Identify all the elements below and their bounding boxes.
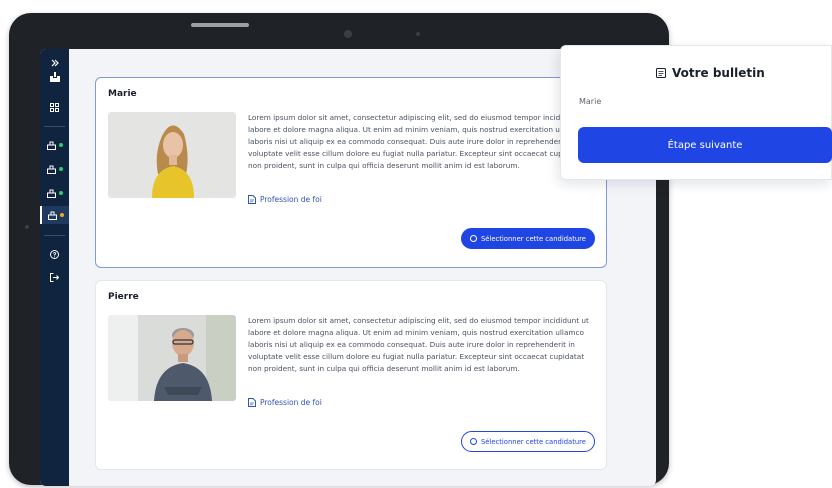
bulletin-header: Votre bulletin xyxy=(656,66,765,80)
bulletin-title: Votre bulletin xyxy=(672,66,765,80)
link-label: Profession de foi xyxy=(260,195,322,204)
ballot-box-icon xyxy=(47,211,57,220)
ballot-list-icon xyxy=(656,68,666,78)
sidebar-item-vote-4[interactable] xyxy=(40,206,69,224)
button-label: Sélectionner cette candidature xyxy=(480,437,586,446)
stage: Marie Lorem ipsum dolor sit amet, consec… xyxy=(0,0,832,488)
candidate-name: Marie xyxy=(108,89,137,99)
chevron-double-right-icon[interactable] xyxy=(40,58,69,68)
document-icon xyxy=(248,195,256,204)
document-icon xyxy=(248,398,256,407)
profession-de-foi-link[interactable]: Profession de foi xyxy=(248,398,322,407)
candidate-description: Lorem ipsum dolor sit amet, consectetur … xyxy=(248,113,589,170)
logout-icon[interactable] xyxy=(40,271,69,283)
profession-de-foi-link[interactable]: Profession de foi xyxy=(248,195,322,204)
ballot-box-icon xyxy=(46,165,56,174)
status-dot xyxy=(58,191,63,195)
sidebar-item-vote-3[interactable] xyxy=(40,184,69,202)
select-candidate-button[interactable]: Sélectionner cette candidature xyxy=(460,228,595,249)
next-step-button[interactable]: Étape suivante xyxy=(578,127,832,163)
tablet-camera xyxy=(344,30,352,38)
candidate-card: Marie Lorem ipsum dolor sit amet, consec… xyxy=(95,77,607,268)
sidebar-item-vote-1[interactable] xyxy=(40,136,69,154)
bulletin-panel: Votre bulletin Marie Étape suivante xyxy=(560,45,832,180)
candidate-card: Pierre Lorem ipsum dolor sit amet, conse… xyxy=(95,280,607,470)
status-dot xyxy=(58,143,63,147)
radio-icon xyxy=(469,235,477,242)
candidate-name: Pierre xyxy=(108,292,139,302)
candidate-photo xyxy=(108,112,236,198)
sidebar xyxy=(40,49,69,486)
link-label: Profession de foi xyxy=(260,398,322,407)
sidebar-divider xyxy=(44,235,65,236)
sidebar-divider xyxy=(44,126,65,127)
candidate-description: Lorem ipsum dolor sit amet, consectetur … xyxy=(248,316,589,373)
radio-icon xyxy=(469,438,477,445)
status-dot xyxy=(59,213,64,217)
ballot-logo-icon xyxy=(40,70,69,84)
tablet-sensor xyxy=(416,32,420,36)
question-circle-icon[interactable] xyxy=(40,248,69,260)
status-dot xyxy=(58,167,63,171)
button-label: Sélectionner cette candidature xyxy=(480,234,586,243)
ballot-box-icon xyxy=(46,141,56,150)
select-candidate-button[interactable]: Sélectionner cette candidature xyxy=(460,431,595,452)
sidebar-item-vote-2[interactable] xyxy=(40,160,69,178)
ballot-box-icon xyxy=(46,189,56,198)
tablet-top-button xyxy=(191,23,249,27)
bulletin-selected-candidate: Marie xyxy=(579,97,602,106)
candidate-photo xyxy=(108,315,236,401)
grid-icon[interactable] xyxy=(40,101,69,113)
tablet-side-sensor xyxy=(25,225,29,229)
